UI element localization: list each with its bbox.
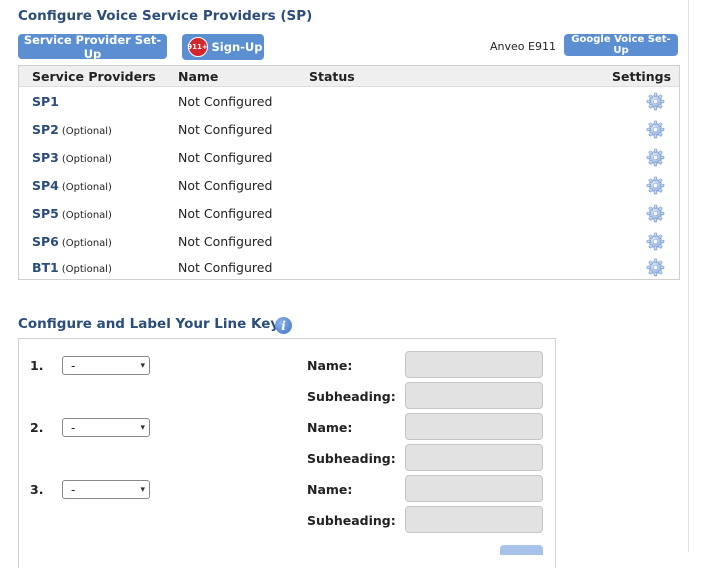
table-row: SP4 (Optional) Not Configured xyxy=(19,171,679,199)
line-key-subheading-label: Subheading: xyxy=(307,389,396,404)
google-voice-setup-button[interactable]: Google Voice Set-Up xyxy=(564,34,678,56)
provider-id: SP2 (Optional) xyxy=(32,122,112,137)
line-key-select[interactable]: - ▾ xyxy=(62,356,150,375)
table-row: SP2 (Optional) Not Configured xyxy=(19,115,679,143)
line-key-name-label: Name: xyxy=(307,482,353,497)
line-key-subheading-label: Subheading: xyxy=(307,513,396,528)
provider-id: SP4 (Optional) xyxy=(32,178,112,193)
provider-name: Not Configured xyxy=(178,234,273,249)
line-keys-action-button[interactable] xyxy=(500,545,543,555)
line-key-number: 2. xyxy=(30,420,44,435)
column-header-name: Name xyxy=(178,69,219,84)
chevron-down-icon: ▾ xyxy=(140,422,145,433)
service-provider-setup-button[interactable]: Service Provider Set-Up xyxy=(18,33,167,61)
line-keys-section-title: Configure and Label Your Line Keys xyxy=(18,316,288,332)
line-key-name-input[interactable] xyxy=(405,475,543,502)
provider-id: BT1 (Optional) xyxy=(32,260,112,275)
line-key-name-input[interactable] xyxy=(405,351,543,378)
table-row: SP3 (Optional) Not Configured xyxy=(19,143,679,171)
provider-id: SP3 (Optional) xyxy=(32,150,112,165)
info-icon[interactable]: i xyxy=(275,317,292,334)
line-key-name-label: Name: xyxy=(307,420,353,435)
gear-icon[interactable] xyxy=(646,176,665,195)
table-row: SP6 (Optional) Not Configured xyxy=(19,227,679,255)
chevron-down-icon: ▾ xyxy=(140,360,145,371)
line-key-subheading-input[interactable] xyxy=(405,506,543,533)
table-row: BT1 (Optional) Not Configured xyxy=(19,253,679,281)
gear-icon[interactable] xyxy=(646,120,665,139)
line-key-subheading-input[interactable] xyxy=(405,444,543,471)
line-key-name-label: Name: xyxy=(307,358,353,373)
provider-name: Not Configured xyxy=(178,178,273,193)
column-header-providers: Service Providers xyxy=(32,69,156,84)
gear-icon[interactable] xyxy=(646,258,665,277)
gear-icon[interactable] xyxy=(646,92,665,111)
provider-id: SP6 (Optional) xyxy=(32,234,112,249)
provider-id: SP1 xyxy=(32,94,59,109)
chevron-down-icon: ▾ xyxy=(140,484,145,495)
gear-icon[interactable] xyxy=(646,148,665,167)
page-right-border xyxy=(688,0,689,552)
line-key-subheading-label: Subheading: xyxy=(307,451,396,466)
provider-name: Not Configured xyxy=(178,150,273,165)
service-providers-table: Service Providers Name Status Settings S… xyxy=(18,65,680,280)
provider-id: SP5 (Optional) xyxy=(32,206,112,221)
provider-name: Not Configured xyxy=(178,260,273,275)
provider-name: Not Configured xyxy=(178,206,273,221)
line-key-select[interactable]: - ▾ xyxy=(62,418,150,437)
table-row: SP1 Not Configured xyxy=(19,87,679,115)
line-keys-panel: 1. - ▾ Name: Subheading: 2. - ▾ Name: Subh… xyxy=(18,338,556,568)
table-header: Service Providers Name Status Settings xyxy=(19,66,679,87)
e911-signup-button[interactable]: 911+ Sign-Up xyxy=(182,34,264,60)
line-key-select[interactable]: - ▾ xyxy=(62,480,150,499)
column-header-settings: Settings xyxy=(612,69,672,84)
providers-section-title: Configure Voice Service Providers (SP) xyxy=(18,8,313,24)
line-key-number: 1. xyxy=(30,358,44,373)
anveo-e911-label: Anveo E911 xyxy=(490,40,556,53)
line-key-number: 3. xyxy=(30,482,44,497)
gear-icon[interactable] xyxy=(646,232,665,251)
e911-badge-icon: 911+ xyxy=(187,37,208,57)
line-key-subheading-input[interactable] xyxy=(405,382,543,409)
line-key-name-input[interactable] xyxy=(405,413,543,440)
signup-button-label: Sign-Up xyxy=(211,40,263,54)
table-row: SP5 (Optional) Not Configured xyxy=(19,199,679,227)
column-header-status: Status xyxy=(309,69,355,84)
provider-name: Not Configured xyxy=(178,94,273,109)
gear-icon[interactable] xyxy=(646,204,665,223)
provider-name: Not Configured xyxy=(178,122,273,137)
